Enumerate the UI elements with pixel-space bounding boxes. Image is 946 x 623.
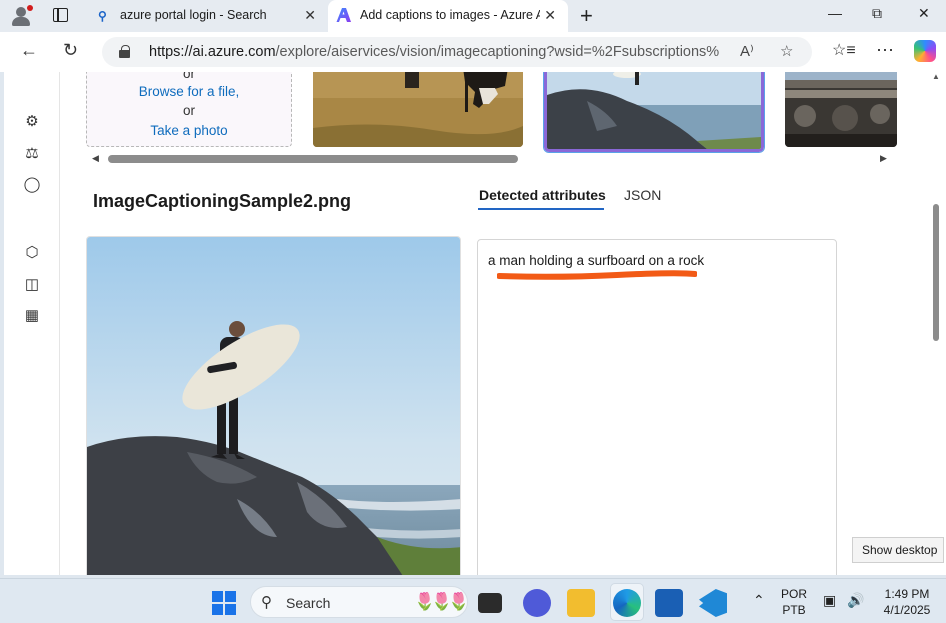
address-bar[interactable]: https://ai.azure.com/explore/aiservices/…	[102, 37, 812, 67]
show-desktop-tooltip: Show desktop	[852, 537, 944, 563]
balance-scale-icon[interactable]: ⚖	[22, 144, 42, 164]
copilot-icon[interactable]	[914, 40, 936, 62]
surfer-on-rock-image	[87, 237, 460, 575]
upload-or-text: or	[182, 72, 195, 81]
sample-image-surfer-selected[interactable]	[544, 72, 764, 152]
apps-icon[interactable]: ▦	[22, 306, 42, 326]
chat-app-icon[interactable]	[523, 589, 551, 617]
window-close-icon[interactable]: ✕	[918, 5, 930, 22]
sample-image-cows[interactable]	[313, 72, 523, 147]
tab-detected-attributes[interactable]: Detected attributes	[479, 187, 606, 203]
surfer-thumbnail-image	[547, 72, 761, 149]
address-toolbar: ← ↻ https://ai.azure.com/explore/aiservi…	[0, 32, 946, 72]
back-arrow-icon[interactable]: ←	[20, 40, 38, 61]
building-thumbnail-image	[785, 72, 897, 147]
shield-icon[interactable]: ◯	[22, 175, 42, 195]
tab-json[interactable]: JSON	[624, 187, 661, 203]
tab-title: Add captions to images - Azure A	[360, 8, 540, 22]
network-icon[interactable]: ▣	[823, 592, 836, 609]
vscode-icon[interactable]	[699, 589, 727, 617]
clock[interactable]: 1:49 PM 4/1/2025	[872, 587, 942, 617]
take-photo-link[interactable]: Take a photo	[87, 123, 291, 138]
database-icon[interactable]: ◫	[22, 275, 42, 295]
web-page: ⚙ ⚖ ◯ ⬡ ◫ ▦ or Browse for a file, or Tak…	[4, 72, 946, 575]
show-hidden-icons-icon[interactable]: ⌃	[753, 592, 765, 609]
read-aloud-icon[interactable]: A⁾	[740, 42, 754, 60]
task-view-icon[interactable]	[478, 593, 502, 613]
cows-thumbnail-image	[313, 72, 523, 147]
tab-title: azure portal login - Search	[120, 8, 267, 22]
refresh-icon[interactable]: ↻	[63, 40, 78, 61]
scroll-right-icon[interactable]: ▶	[880, 153, 887, 164]
cube-icon[interactable]: ⬡	[22, 243, 42, 263]
manage-icon[interactable]: ⚙	[22, 112, 42, 132]
close-tab-icon[interactable]: ✕	[544, 7, 556, 24]
horizontal-scrollbar[interactable]	[108, 155, 518, 163]
store-icon[interactable]	[655, 589, 683, 617]
edge-browser-icon[interactable]	[613, 589, 641, 617]
profile-avatar-icon[interactable]	[8, 4, 34, 28]
vertical-scrollbar[interactable]	[933, 204, 939, 341]
upload-dropzone[interactable]: or Browse for a file, or Take a photo	[86, 72, 292, 147]
tulips-icon: 🌷🌷🌷	[414, 592, 469, 611]
search-icon: ⚲	[261, 594, 272, 611]
taskbar-search-box[interactable]: ⚲ Search 🌷🌷🌷	[250, 586, 469, 618]
close-tab-icon[interactable]: ✕	[304, 7, 316, 24]
url-text[interactable]: https://ai.azure.com/explore/aiservices/…	[149, 44, 719, 60]
sample-image-architecture[interactable]	[785, 72, 897, 147]
scroll-up-icon[interactable]: ▲	[932, 72, 940, 81]
active-tab-indicator	[478, 208, 604, 210]
azure-ai-logo-icon	[336, 8, 351, 22]
analyzed-image	[86, 236, 461, 575]
detected-attributes-panel: a man holding a surfboard on a rock	[477, 239, 837, 575]
left-nav-rail: ⚙ ⚖ ◯ ⬡ ◫ ▦	[4, 72, 60, 575]
browse-file-link[interactable]: Browse for a file,	[87, 84, 291, 99]
lock-icon[interactable]	[119, 45, 130, 58]
tab-actions-icon[interactable]	[53, 8, 68, 22]
tab-add-captions[interactable]: Add captions to images - Azure A ✕	[328, 0, 568, 32]
marker-highlight-annotation	[497, 270, 697, 280]
tab-azure-portal-search[interactable]: ⚲ azure portal login - Search ✕	[88, 0, 328, 32]
windows-start-icon[interactable]	[212, 591, 236, 615]
file-explorer-icon[interactable]	[567, 589, 595, 617]
search-icon: ⚲	[98, 9, 107, 23]
favorites-list-icon[interactable]: ☆≡	[832, 40, 856, 60]
volume-icon[interactable]: 🔊	[847, 592, 864, 609]
input-language[interactable]: POR PTB	[778, 587, 810, 617]
image-filename-title: ImageCaptioningSample2.png	[93, 191, 352, 211]
upload-or-text: or	[182, 103, 195, 118]
search-label: Search	[286, 595, 331, 611]
minimize-icon[interactable]: —	[828, 5, 842, 21]
restore-icon[interactable]: ⧉	[872, 5, 882, 22]
favorite-star-icon[interactable]: ☆	[780, 42, 793, 60]
windows-taskbar: ⚲ Search 🌷🌷🌷 ⌃ POR PTB ▣ 🔊 1:49 PM 4/1/202…	[0, 578, 946, 623]
more-options-icon[interactable]: ⋯	[876, 40, 894, 61]
new-tab-icon[interactable]: +	[580, 3, 593, 29]
browser-tab-strip: ⚲ azure portal login - Search ✕ Add capt…	[0, 0, 946, 32]
caption-text: a man holding a surfboard on a rock	[488, 253, 705, 268]
scroll-left-icon[interactable]: ◀	[92, 153, 99, 164]
